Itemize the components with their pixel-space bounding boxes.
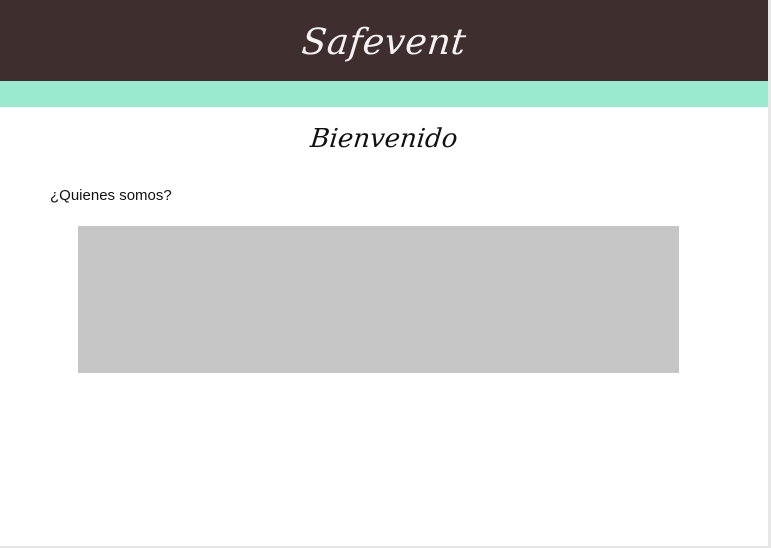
image-placeholder <box>78 226 679 373</box>
page: Safevent Bienvenido ¿Quienes somos? <box>0 0 771 548</box>
welcome-title: Bienvenido <box>308 124 460 154</box>
site-header: Safevent <box>0 0 768 81</box>
accent-band <box>0 81 768 107</box>
about-heading: ¿Quienes somos? <box>50 187 172 204</box>
brand-logo-text: Safevent <box>299 22 469 63</box>
